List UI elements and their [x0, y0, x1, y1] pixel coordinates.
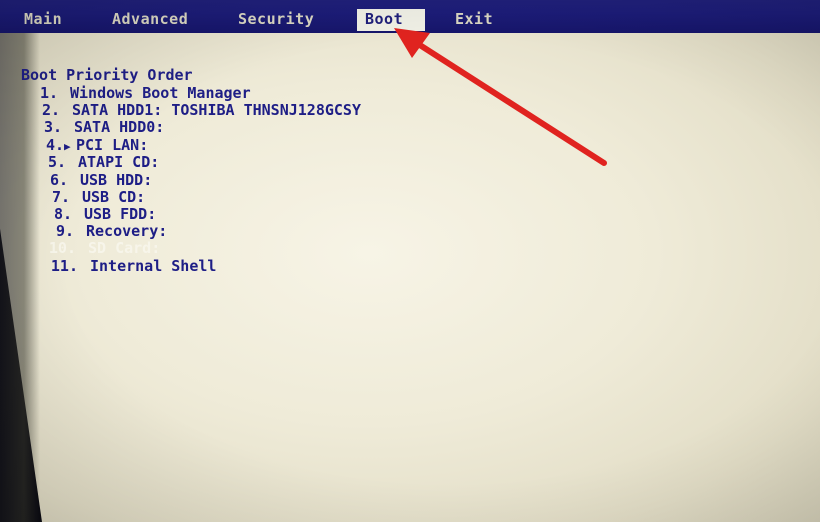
tab-exit[interactable]: Exit	[455, 9, 493, 31]
boot-item-number: 11.	[50, 257, 78, 275]
boot-item-label: Windows Boot Manager	[70, 84, 251, 102]
tab-advanced[interactable]: Advanced	[112, 9, 188, 31]
boot-item-number: 8.	[53, 205, 72, 223]
boot-item-7[interactable]: 7. USB CD:	[32, 188, 145, 206]
boot-item-label: USB FDD:	[84, 205, 157, 223]
boot-item-5[interactable]: 5. ATAPI CD:	[28, 153, 159, 171]
boot-item-label: USB CD:	[82, 188, 146, 206]
menu-bar: Main Advanced Security Boot Exit	[0, 0, 820, 33]
boot-item-8[interactable]: 8. USB FDD:	[34, 205, 156, 223]
boot-item-10[interactable]: 10. SD Card:	[38, 239, 160, 257]
bios-screen: Main Advanced Security Boot Exit Boot Pr…	[0, 0, 820, 522]
boot-item-6[interactable]: 6. USB HDD:	[30, 171, 152, 189]
boot-item-11[interactable]: 11. Internal Shell	[40, 257, 217, 275]
boot-item-9[interactable]: 9. Recovery:	[36, 222, 167, 240]
boot-item-number: 6.	[49, 171, 68, 189]
boot-item-number: 3.	[43, 118, 62, 136]
boot-item-label: Recovery:	[86, 222, 168, 240]
boot-item-number: 5.	[47, 153, 66, 171]
boot-item-number: 9.	[55, 222, 74, 240]
boot-item-1[interactable]: 1. Windows Boot Manager	[20, 84, 251, 102]
boot-item-number: 7.	[51, 188, 70, 206]
boot-item-4[interactable]: 4.▶ PCI LAN:	[26, 136, 148, 154]
boot-item-label: Internal Shell	[90, 257, 217, 275]
tab-boot[interactable]: Boot	[357, 9, 425, 31]
boot-item-label: SATA HDD0:	[74, 118, 165, 136]
tab-main[interactable]: Main	[24, 9, 62, 31]
boot-item-number: 1.	[39, 84, 58, 102]
boot-item-label: PCI LAN:	[76, 136, 149, 154]
boot-item-number: 4.	[45, 136, 64, 154]
boot-item-number: 2.	[41, 101, 60, 119]
boot-item-label: USB HDD:	[80, 171, 153, 189]
boot-item-number: 10.	[48, 239, 76, 257]
boot-item-label: SD Card:	[88, 239, 161, 257]
boot-item-label: SATA HDD1: TOSHIBA THNSNJ128GCSY	[72, 101, 361, 119]
tab-security[interactable]: Security	[238, 9, 314, 31]
boot-item-label: ATAPI CD:	[78, 153, 160, 171]
boot-priority-title: Boot Priority Order	[21, 66, 193, 84]
boot-item-3[interactable]: 3. SATA HDD0:	[24, 118, 164, 136]
boot-item-2[interactable]: 2. SATA HDD1: TOSHIBA THNSNJ128GCSY	[22, 101, 361, 119]
